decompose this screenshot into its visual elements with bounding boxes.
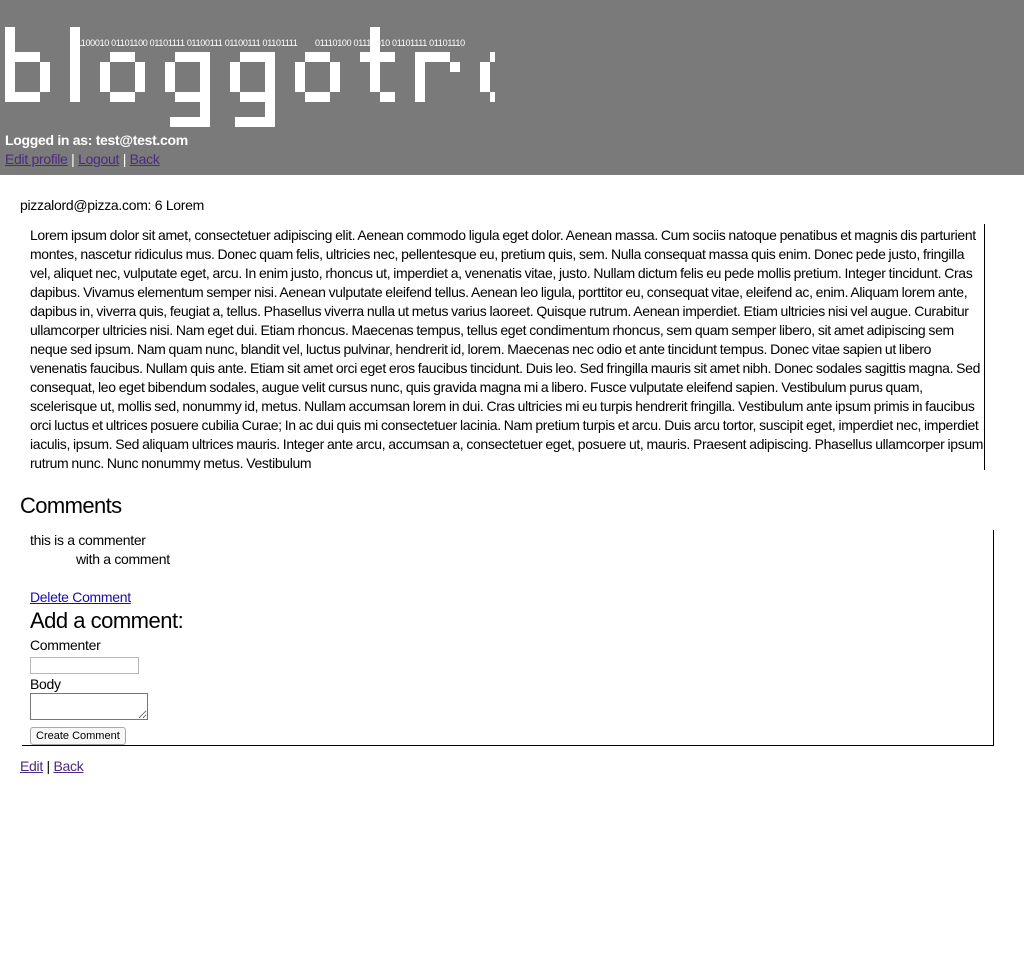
post-body[interactable]: Lorem ipsum dolor sit amet, consectetuer… — [22, 224, 985, 470]
logo-letter-b — [40, 62, 50, 92]
logo-letter-g — [175, 92, 200, 102]
commenter-input[interactable] — [30, 657, 139, 674]
logo-letter-b — [15, 52, 40, 62]
comment-body: with a comment — [76, 551, 170, 567]
nav-separator: | — [122, 151, 127, 167]
comment-author: this is a commenter — [30, 532, 146, 548]
logo-letter-o — [305, 92, 330, 102]
footer-back-link[interactable]: Back — [53, 758, 83, 774]
logo-letter-r — [450, 62, 460, 72]
logo-letter-o — [295, 62, 305, 92]
create-comment-button[interactable]: Create Comment — [30, 727, 126, 745]
logo-letter-t — [360, 52, 395, 62]
logo-letter-g — [240, 52, 275, 62]
edit-profile-link[interactable]: Edit profile — [5, 151, 68, 167]
logo-letter-g — [165, 62, 175, 92]
logo-letter-g — [230, 62, 240, 92]
body-textarea[interactable] — [30, 693, 148, 720]
header-back-link[interactable]: Back — [130, 151, 160, 167]
comments-heading: Comments — [20, 493, 122, 518]
nav-separator: | — [71, 151, 75, 167]
logo-letter-r — [415, 52, 425, 102]
logo-letter-b — [5, 27, 15, 102]
logo-letter-g — [175, 52, 210, 62]
commenter-label: Commenter — [30, 637, 101, 653]
logo-binary-left: 01100010 01101100 01101111 01100111 0110… — [72, 38, 298, 48]
logo-letter-o — [110, 52, 135, 62]
logo-binary-right: 01110100 01110010 01101111 01101110 — [315, 38, 465, 48]
post-title: pizzalord@pizza.com: 6 Lorem — [20, 197, 204, 213]
add-comment-heading: Add a comment: — [30, 608, 184, 633]
logo-letter-o — [100, 62, 110, 92]
logo-letter-o — [490, 92, 495, 102]
logo-letter-t — [380, 92, 395, 102]
logged-in-status: Logged in as: test@test.com — [5, 132, 188, 148]
logo-letter-o — [490, 52, 495, 62]
logo-letter-o — [480, 62, 490, 92]
logo-letter-g — [240, 92, 265, 102]
logo-letter-o — [135, 62, 145, 92]
logo-letter-g — [235, 117, 265, 127]
footer-nav: Edit | Back — [20, 758, 84, 774]
body-label: Body — [30, 676, 61, 692]
logo-letter-g — [265, 62, 275, 127]
footer-separator: | — [46, 758, 51, 774]
header-nav: Edit profile | Logout | Back — [5, 151, 160, 167]
logo-letter-g — [200, 62, 210, 127]
post-body-text: Lorem ipsum dolor sit amet, consectetuer… — [30, 227, 984, 470]
logout-link[interactable]: Logout — [78, 151, 119, 167]
logo-letter-o — [330, 62, 340, 92]
site-header: 01100010 01101100 01101111 01100111 0110… — [0, 0, 1024, 175]
logo-letter-r — [425, 52, 450, 62]
comments-section: this is a commenter with a comment Delet… — [22, 530, 994, 746]
edit-post-link[interactable]: Edit — [20, 758, 43, 774]
logo-letter-o — [110, 92, 135, 102]
logo-letter-g — [170, 117, 200, 127]
logo-letter-b — [15, 92, 40, 102]
logo-letter-o — [305, 52, 330, 62]
delete-comment-link[interactable]: Delete Comment — [30, 589, 131, 605]
